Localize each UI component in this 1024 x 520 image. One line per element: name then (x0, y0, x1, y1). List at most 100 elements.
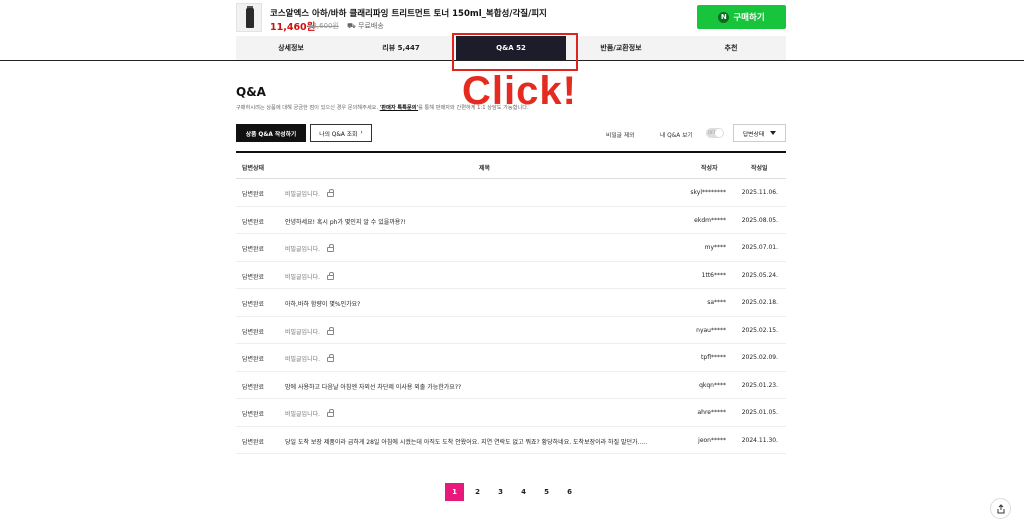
truck-icon: ⛟ (347, 22, 356, 30)
question-date-text: 2025.01.05. (741, 409, 778, 416)
table-row[interactable]: 답변완료 비밀글입니다. 1tt6**** 2025.05.24. (236, 262, 786, 289)
question-author: jeon***** (666, 437, 726, 444)
answer-status-text: 답변완료 (242, 218, 265, 226)
table-row[interactable]: 답변완료 비밀글입니다. tpfl***** 2025.02.09. (236, 344, 786, 372)
question-title[interactable]: 비밀글입니다. (285, 409, 335, 418)
question-date-text: 2025.02.15. (741, 326, 778, 334)
page-6-button[interactable]: 6 (560, 483, 579, 501)
answer-status-text: 답변완료 (242, 356, 265, 363)
question-title[interactable]: 비밀글입니다. (285, 271, 335, 281)
question-title[interactable]: 비밀글입니다. (285, 189, 335, 198)
caret-down-icon (770, 131, 777, 135)
answer-status: 답변완료 (242, 272, 264, 281)
question-title-text: 당일 도착 보장 제품이라 급하게 28일 아침에 시켰는데 아직도 도착 안왔… (285, 438, 648, 446)
header-status: 답변상태 (242, 165, 265, 172)
answer-status-value: 답변상태 (742, 131, 765, 138)
question-author: ahre***** (666, 409, 726, 416)
table-row[interactable]: 답변완료 당일 도착 보장 제품이라 급하게 28일 아침에 시켰는데 아직도 도… (236, 427, 786, 454)
pagination: 123456 (445, 483, 579, 501)
table-row[interactable]: 답변완료 비밀글입니다. ahre***** 2025.01.05. (236, 399, 786, 427)
answer-status-text: 답변완료 (242, 383, 265, 391)
question-date: 2024.11.30. (732, 437, 778, 444)
tab-return-info[interactable]: 반품/교환정보 (566, 36, 676, 60)
question-title[interactable]: 비밀글입니다. (285, 326, 335, 336)
question-date-text: 2025.11.06. (741, 189, 778, 196)
lock-icon (327, 354, 335, 362)
buy-button-label: 구매하기 (733, 13, 765, 23)
tab-recommend[interactable]: 추천 (676, 36, 786, 60)
my-qa-filter-label: 내 Q&A 보기 (660, 133, 693, 139)
question-date-text: 2025.02.09. (741, 354, 778, 361)
question-title-text: 아하,바하 함량이 몇%인가요? (285, 301, 361, 308)
question-title-text: 비밀글입니다. (285, 246, 321, 253)
page-5-button[interactable]: 5 (537, 483, 556, 501)
answer-status: 답변완료 (242, 299, 264, 308)
seller-talk-link[interactable]: '판매자 톡톡문의' (380, 105, 418, 111)
my-qa-button[interactable]: 나의 Q&A 조회 › (310, 124, 372, 142)
lock-icon (327, 271, 335, 280)
table-body: 답변완료 비밀글입니다. skyl******** 2025.11.06. 답변완료 안녕… (236, 179, 786, 454)
table-row[interactable]: 답변완료 밤에 사용하고 다음날 아침엔 자외선 차단제 이사용 외출 가능한가요… (236, 372, 786, 399)
question-date: 2025.01.05. (732, 409, 778, 416)
question-title[interactable]: 비밀글입니다. (285, 354, 335, 363)
answer-status-select[interactable]: 답변상태 (733, 124, 786, 142)
answer-status-text: 답변완료 (242, 191, 265, 198)
qa-desc-prefix: 구매하시려는 상품에 대해 궁금한 점이 있으신 경우 문의해주세요. (236, 105, 380, 111)
answer-status-text: 답변완료 (242, 273, 265, 281)
write-qa-button[interactable]: 상품 Q&A 작성하기 (236, 124, 306, 142)
table-header: 답변상태 제목 작성자 작성일 (236, 151, 786, 179)
lock-icon (327, 189, 335, 197)
page-3-button[interactable]: 3 (491, 483, 510, 501)
question-author: qkqn**** (666, 382, 726, 389)
page-4-button[interactable]: 4 (514, 483, 533, 501)
question-date-text: 2025.08.05. (741, 216, 778, 224)
buy-button[interactable]: N 구매하기 (697, 5, 786, 29)
header-date: 작성일 (751, 165, 768, 172)
question-author-text: my**** (704, 244, 726, 251)
question-author-text: 1tt6**** (701, 271, 726, 279)
question-author: 1tt6**** (666, 272, 726, 279)
table-row[interactable]: 답변완료 비밀글입니다. skyl******** 2025.11.06. (236, 179, 786, 207)
table-row[interactable]: 답변완료 안녕하세요! 혹시 ph가 몇인지 알 수 있을까용?! ekdm****… (236, 207, 786, 234)
question-author-text: skyl******** (690, 189, 726, 196)
product-thumbnail[interactable] (236, 3, 262, 32)
exclude-secret-filter[interactable]: 비밀글 제외 (606, 130, 635, 139)
qa-table: 답변상태 제목 작성자 작성일 답변완료 비밀글입니다. skyl******** 2… (236, 151, 786, 454)
question-date: 2025.02.09. (732, 354, 778, 361)
share-button[interactable] (990, 498, 1011, 519)
page-2-button[interactable]: 2 (468, 483, 487, 501)
question-author-text: qkqn**** (699, 381, 726, 389)
question-title-text: 비밀글입니다. (285, 191, 321, 198)
shipping-label: 무료배송 (358, 22, 384, 30)
question-title[interactable]: 아하,바하 함량이 몇%인가요? (285, 299, 360, 308)
question-author: my**** (666, 244, 726, 251)
question-title[interactable]: 안녕하세요! 혹시 ph가 몇인지 알 수 있을까용?! (285, 217, 406, 226)
table-row[interactable]: 답변완료 아하,바하 함량이 몇%인가요? sa**** 2025.02.18. (236, 289, 786, 317)
question-author-text: ahre***** (697, 409, 726, 416)
tab-details[interactable]: 상세정보 (236, 36, 346, 60)
tab-reviews[interactable]: 리뷰 5,447 (346, 36, 456, 60)
question-title[interactable]: 당일 도착 보장 제품이라 급하게 28일 아침에 시켰는데 아직도 도착 안왔… (285, 437, 647, 446)
table-row[interactable]: 답변완료 비밀글입니다. my**** 2025.07.01. (236, 234, 786, 262)
answer-status: 답변완료 (242, 437, 264, 446)
page-1-button[interactable]: 1 (445, 483, 464, 501)
product-title: 코스알엑스 아하/바하 클래리파잉 트리트먼트 토너 150ml_복합성/각질/… (270, 9, 547, 19)
my-qa-toggle[interactable]: OFF (706, 128, 724, 138)
product-header: 코스알엑스 아하/바하 클래리파잉 트리트먼트 토너 150ml_복합성/각질/… (0, 0, 1024, 34)
question-title[interactable]: 비밀글입니다. (285, 244, 335, 253)
question-author: tpfl***** (666, 354, 726, 361)
question-date-text: 2025.05.24. (741, 271, 778, 279)
header-author: 작성자 (701, 165, 718, 172)
answer-status: 답변완료 (242, 354, 264, 363)
question-author-text: nyau***** (696, 326, 726, 334)
question-author: ekdm***** (666, 217, 726, 224)
question-author: sa**** (666, 299, 726, 306)
table-row[interactable]: 답변완료 비밀글입니다. nyau***** 2025.02.15. (236, 317, 786, 344)
question-date: 2025.07.01. (732, 244, 778, 251)
question-title-text: 비밀글입니다. (285, 356, 321, 363)
question-title[interactable]: 밤에 사용하고 다음날 아침엔 자외선 차단제 이사용 외출 가능한가요?? (285, 382, 461, 391)
question-date-text: 2025.07.01. (741, 244, 778, 251)
header-title: 제목 (479, 165, 491, 172)
question-author-text: ekdm***** (694, 216, 726, 224)
my-qa-label: 나의 Q&A 조회 (319, 131, 358, 138)
